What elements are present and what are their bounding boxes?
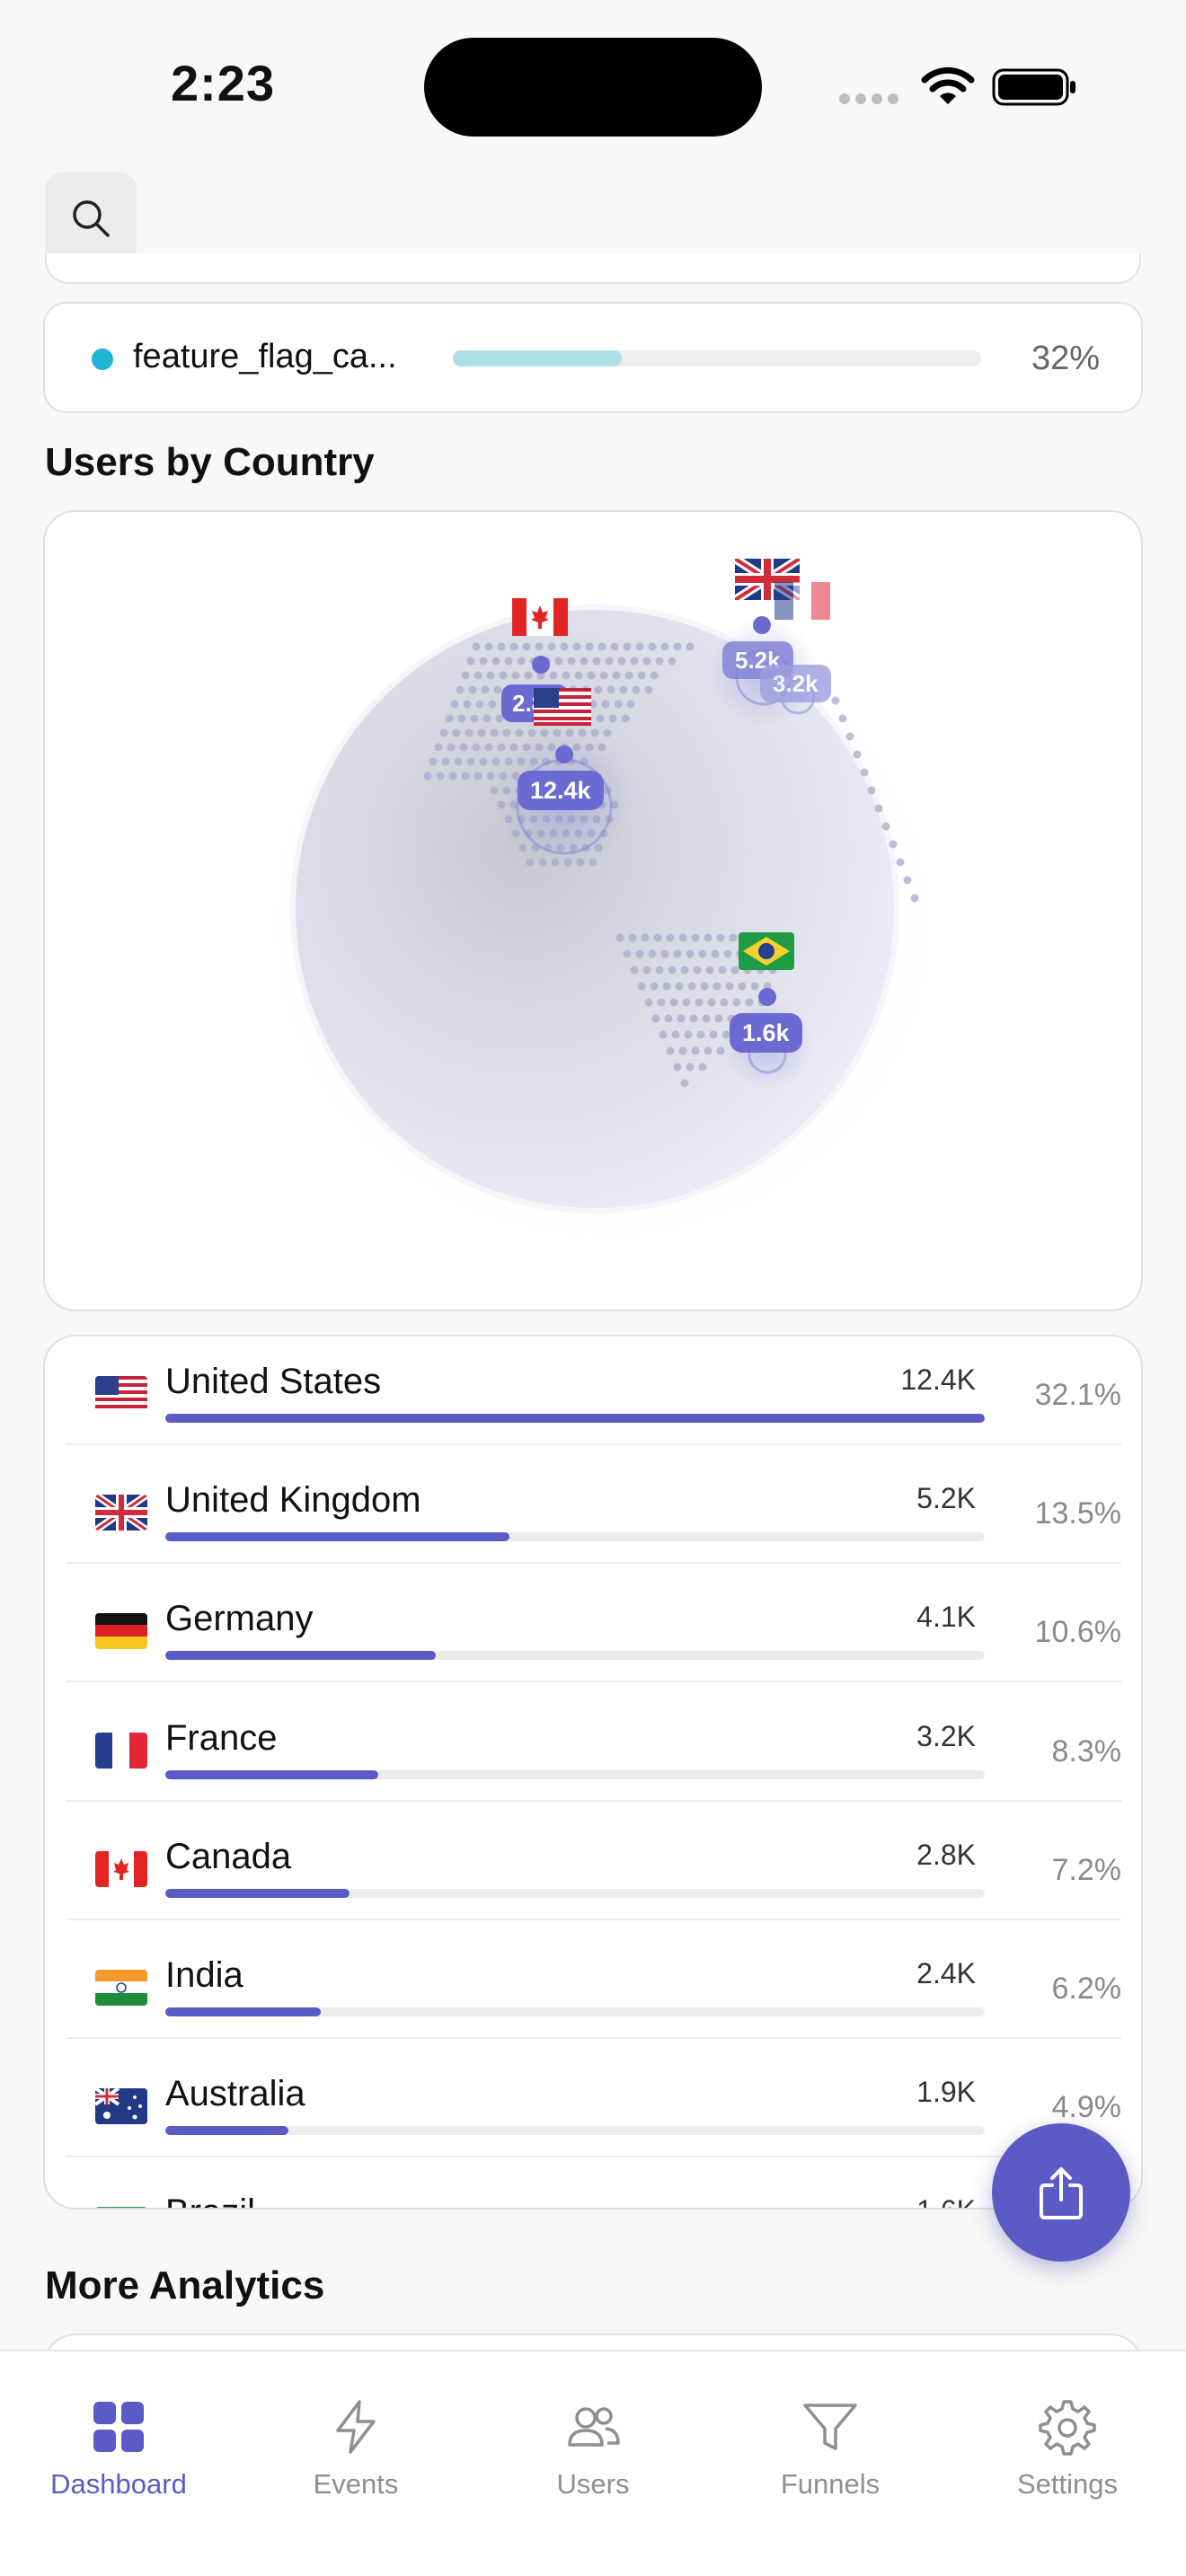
tab-bar: Dashboard Events Users Funnels Settings — [0, 2350, 1186, 2576]
country-row[interactable]: France 3.2K 8.3% — [66, 1693, 1121, 1802]
country-percent: 7.2% — [1051, 1852, 1122, 1887]
country-percent: 10.6% — [1034, 1615, 1121, 1650]
country-progress-track — [165, 1769, 985, 1779]
tab-label: Users — [556, 2468, 630, 2500]
country-name: Canada — [165, 1836, 292, 1876]
tab-settings[interactable]: Settings — [949, 2351, 1186, 2531]
country-count: 5.2K — [916, 1482, 976, 1515]
gear-icon — [1039, 2398, 1096, 2456]
country-row[interactable]: Australia 1.9K 4.9% — [66, 2049, 1122, 2158]
tab-funnels[interactable]: Funnels — [712, 2351, 949, 2531]
country-progress-fill — [165, 2126, 288, 2136]
funnel-icon — [801, 2398, 859, 2456]
country-list-card: United States 12.4K 32.1% United Kingdom 5.2… — [43, 1335, 1143, 2210]
globe-marker-label: 1.6k — [730, 1013, 802, 1053]
wifi-icon — [921, 66, 975, 104]
country-count: 2.4K — [916, 1957, 976, 1989]
fr-flag-icon — [95, 1732, 147, 1769]
country-count: 4.1K — [916, 1601, 976, 1634]
globe-map-card[interactable]: 2.8k 12.4k 5.2k 3.2k 1.6k — [43, 510, 1143, 1311]
france-flag-icon — [774, 582, 830, 620]
users-icon — [564, 2398, 622, 2456]
status-bar: 2:23 — [0, 0, 1186, 171]
feature-flag-progress-track — [453, 350, 981, 366]
dynamic-island — [424, 38, 762, 137]
dashboard-icon — [90, 2398, 147, 2456]
tab-label: Funnels — [780, 2468, 881, 2500]
canada-flag-icon — [512, 598, 568, 636]
tab-label: Settings — [1016, 2468, 1118, 2500]
users-by-country-title: Users by Country — [45, 440, 375, 484]
de-flag-icon — [95, 1613, 147, 1650]
country-progress-track — [165, 2007, 985, 2016]
previous-card-edge — [45, 253, 1141, 284]
search-button[interactable] — [45, 172, 137, 264]
country-progress-fill — [165, 1888, 350, 1898]
country-percent: 32.1% — [1034, 1378, 1121, 1412]
country-count: 3.2K — [916, 1719, 976, 1752]
tab-events[interactable]: Events — [237, 2351, 474, 2531]
globe-marker-label: 12.4k — [518, 771, 604, 810]
country-progress-track — [165, 1532, 985, 1542]
country-name: United Kingdom — [165, 1480, 421, 1521]
au-flag-icon — [95, 2088, 147, 2125]
country-progress-fill — [165, 1532, 510, 1542]
country-progress-fill — [165, 1769, 379, 1779]
tab-dashboard[interactable]: Dashboard — [0, 2351, 237, 2531]
feature-flag-percent: 32% — [1031, 340, 1100, 377]
country-progress-track — [165, 1651, 985, 1661]
br-flag-icon — [95, 2207, 147, 2208]
bolt-icon — [327, 2398, 385, 2456]
feature-flag-progress-fill — [453, 350, 623, 366]
cellular-signal-icon — [839, 93, 898, 104]
globe-marker-label: 3.2k — [760, 665, 831, 702]
brazil-flag-icon — [739, 932, 794, 970]
country-count: 1.9K — [916, 2076, 976, 2109]
country-percent: 6.2% — [1051, 1972, 1122, 2006]
country-count: 12.4K — [900, 1363, 976, 1396]
country-count: 1.6K — [916, 2194, 976, 2208]
country-percent: 13.5% — [1034, 1496, 1121, 1531]
ca-flag-icon — [95, 1850, 147, 1887]
country-row[interactable]: Germany 4.1K 10.6% — [66, 1574, 1121, 1683]
country-progress-fill — [165, 1651, 436, 1661]
united-states-flag-icon — [534, 688, 591, 726]
share-button[interactable] — [992, 2123, 1130, 2262]
country-percent: 4.9% — [1051, 2090, 1122, 2125]
gb-flag-icon — [95, 1495, 147, 1531]
country-name: Australia — [165, 2074, 305, 2114]
country-name: Brazil — [165, 2192, 255, 2208]
search-icon — [73, 200, 110, 237]
more-analytics-title: More Analytics — [45, 2263, 325, 2307]
share-icon — [1040, 2167, 1083, 2219]
country-progress-track — [165, 1414, 985, 1423]
country-name: Germany — [165, 1599, 314, 1639]
country-progress-fill — [165, 1414, 985, 1423]
country-progress-track — [165, 2126, 985, 2136]
country-row[interactable]: India 2.4K 6.2% — [66, 1930, 1121, 2039]
country-name: United States — [165, 1362, 382, 1401]
country-row[interactable]: United Kingdom 5.2K 13.5% — [66, 1455, 1121, 1565]
country-percent: 8.3% — [1051, 1734, 1122, 1769]
status-time: 2:23 — [171, 55, 276, 111]
country-count: 2.8K — [916, 1838, 976, 1871]
battery-icon — [992, 68, 1075, 106]
tab-label: Events — [313, 2468, 399, 2500]
country-row[interactable]: Canada 2.8K 7.2% — [66, 1812, 1121, 1920]
feature-flag-label: feature_flag_ca... — [133, 338, 397, 375]
tab-label: Dashboard — [50, 2468, 187, 2500]
country-name: France — [165, 1717, 278, 1758]
feature-flag-row[interactable]: feature_flag_ca... 32% — [43, 302, 1143, 413]
country-row[interactable]: United States 12.4K 32.1% — [66, 1337, 1121, 1445]
country-progress-fill — [165, 2007, 322, 2016]
in-flag-icon — [95, 1970, 147, 2006]
country-name: India — [165, 1955, 243, 1995]
feature-flag-dot — [92, 348, 113, 370]
tab-users[interactable]: Users — [474, 2351, 712, 2531]
country-progress-track — [165, 1888, 985, 1898]
globe-map — [225, 566, 979, 1284]
us-flag-icon — [95, 1376, 147, 1412]
country-row[interactable]: Brazil 1.6K — [66, 2167, 1121, 2208]
